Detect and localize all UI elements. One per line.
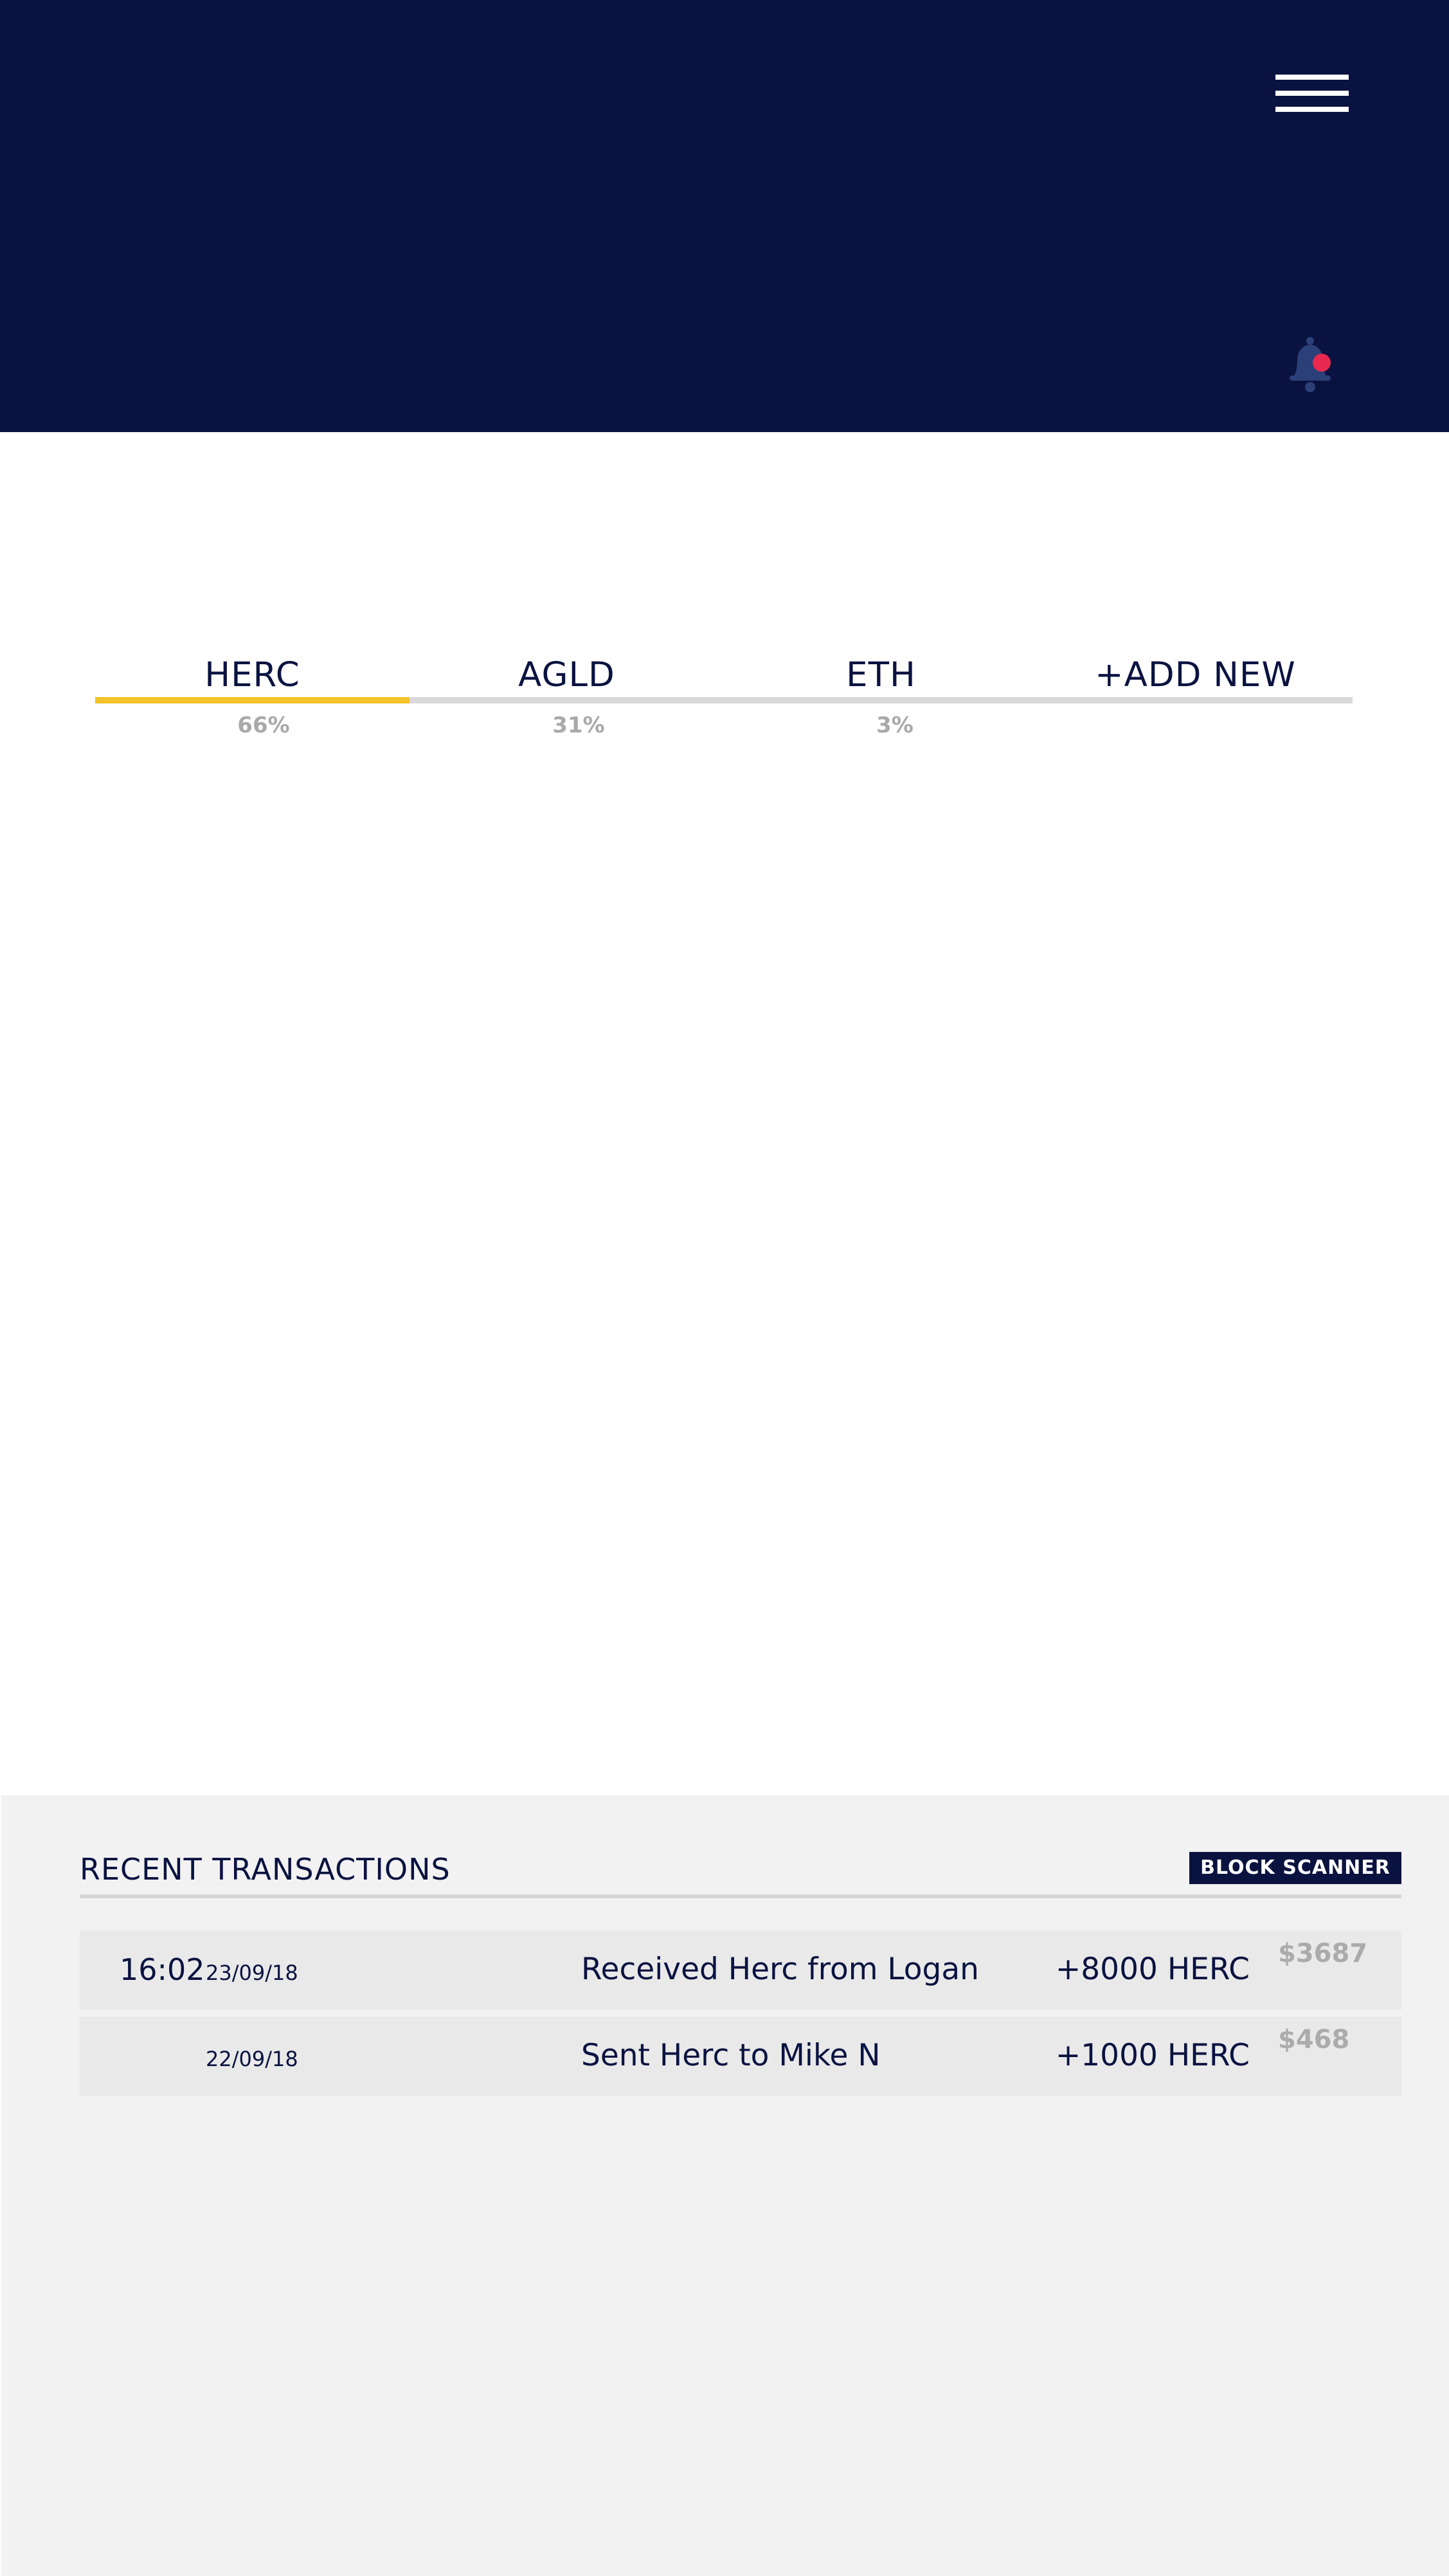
tab-herc[interactable]: HERC [95, 649, 410, 701]
block-scanner-button[interactable]: BLOCK SCANNER [1189, 1852, 1401, 1884]
transaction-row[interactable]: 22/09/18 Sent Herc to Mike N +1000 HERC … [80, 2017, 1401, 2096]
tab-label: +ADD NEW [1095, 655, 1296, 694]
recent-transactions-title: RECENT TRANSACTIONS [80, 1852, 451, 1887]
tab-agld[interactable]: AGLD [410, 649, 724, 701]
transaction-row[interactable]: 16:02 23/09/18 Received Herc from Logan … [80, 1930, 1401, 2010]
recent-transactions-panel [1, 1795, 1449, 2576]
menu-bar [1275, 75, 1349, 80]
agld-percent: 31% [552, 712, 605, 738]
tab-eth[interactable]: ETH [724, 649, 1038, 701]
transaction-description: Received Herc from Logan [581, 1952, 979, 1987]
app-header [0, 0, 1449, 432]
menu-bar [1275, 91, 1349, 96]
transaction-usd-value: $3687 [1278, 1939, 1368, 1968]
menu-bar [1275, 107, 1349, 112]
transaction-usd-value: $468 [1278, 2025, 1350, 2054]
transaction-description: Sent Herc to Mike N [581, 2038, 881, 2073]
herc-percent: 66% [237, 712, 290, 738]
transaction-date: 22/09/18 [206, 2047, 298, 2071]
transaction-amount: +1000 HERC [1055, 2038, 1250, 2073]
tab-active-indicator [95, 697, 410, 703]
bell-icon-graphic [1290, 337, 1331, 392]
bell-icon[interactable] [1286, 336, 1337, 394]
hamburger-menu-icon[interactable] [1275, 72, 1349, 114]
tab-label: ETH [846, 655, 916, 694]
tab-add-new[interactable]: +ADD NEW [1038, 649, 1353, 701]
transaction-amount: +8000 HERC [1055, 1952, 1250, 1987]
tab-label: HERC [204, 655, 300, 694]
eth-percent: 3% [876, 712, 914, 738]
tab-label: AGLD [518, 655, 615, 694]
transaction-time: 16:02 [120, 1952, 205, 1987]
section-divider [80, 1894, 1401, 1898]
transaction-date: 23/09/18 [206, 1961, 298, 1985]
